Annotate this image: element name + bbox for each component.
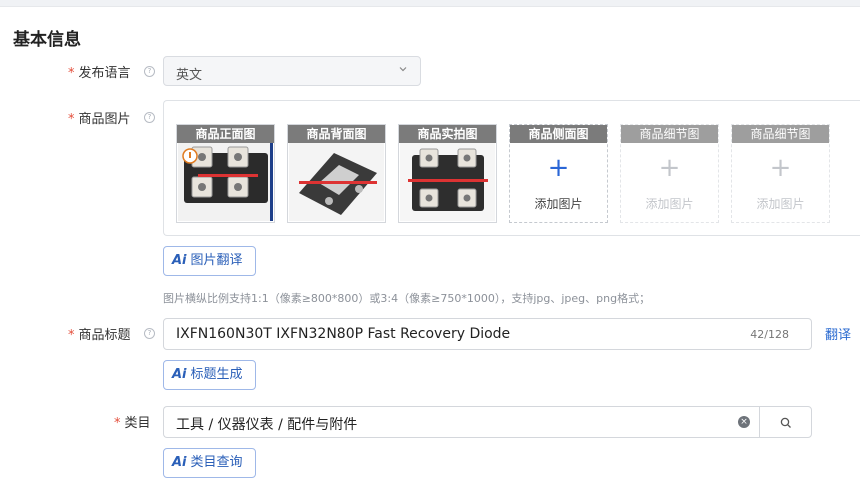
add-image-text: 添加图片 <box>534 197 583 211</box>
image-slot-back[interactable]: 商品背面图 <box>287 124 386 223</box>
ai-icon: Ai <box>172 455 187 470</box>
plus-icon: + <box>769 153 792 183</box>
required-star: * <box>68 66 75 81</box>
category-query-button[interactable]: Ai 类目查询 <box>163 448 256 478</box>
image-slot-real[interactable]: 商品实拍图 <box>398 124 497 223</box>
images-label: * 商品图片 <box>68 108 131 127</box>
top-bar <box>0 0 860 7</box>
category-query-label: 类目查询 <box>190 455 243 470</box>
section-title: 基本信息 <box>13 30 81 50</box>
help-icon[interactable]: ? <box>144 66 155 77</box>
add-image-text: 添加图片 <box>645 197 694 211</box>
product-photo <box>400 143 495 221</box>
help-icon[interactable]: ? <box>144 328 155 339</box>
char-count: 42/128 <box>750 328 789 341</box>
category-input[interactable]: 工具 / 仪器仪表 / 配件与附件 × <box>163 406 760 438</box>
image-hint: 图片横纵比例支持1:1（像素≥800*800）或3:4（像素≥750*1000）… <box>163 292 651 305</box>
title-label: * 商品标题 <box>68 324 131 343</box>
title-value: IXFN160N30T IXFN32N80P Fast Recovery Dio… <box>176 326 511 342</box>
image-slot-front[interactable]: 商品正面图 <box>176 124 275 223</box>
image-translate-label: 图片翻译 <box>190 253 243 268</box>
required-star: * <box>68 328 75 343</box>
ai-icon: Ai <box>172 367 187 382</box>
language-label: * 发布语言 <box>68 62 131 81</box>
image-translate-button[interactable]: Ai 图片翻译 <box>163 246 256 276</box>
category-label-text: 类目 <box>124 416 151 431</box>
slot-caption: 商品背面图 <box>288 125 385 143</box>
image-slot-detail-2[interactable]: 商品细节图 + 添加图片 <box>731 124 830 223</box>
required-star: * <box>68 112 75 127</box>
image-slot-side[interactable]: 商品侧面图 + 添加图片 <box>509 124 608 223</box>
plus-icon: + <box>547 153 570 183</box>
help-icon[interactable]: ? <box>144 112 155 123</box>
language-value: 英文 <box>176 68 203 83</box>
product-photo <box>178 143 273 221</box>
category-value: 工具 / 仪器仪表 / 配件与附件 <box>176 417 358 433</box>
product-photo <box>289 143 384 221</box>
slot-caption: 商品细节图 <box>732 125 829 143</box>
slot-caption: 商品实拍图 <box>399 125 496 143</box>
clear-icon[interactable]: × <box>738 416 750 428</box>
search-icon <box>780 417 791 428</box>
ai-icon: Ai <box>172 253 187 268</box>
slot-caption: 商品侧面图 <box>510 125 607 143</box>
required-star: * <box>114 416 121 431</box>
image-slot-detail[interactable]: 商品细节图 + 添加图片 <box>620 124 719 223</box>
chevron-down-icon <box>398 63 408 77</box>
translate-link[interactable]: 翻译 <box>825 324 851 343</box>
title-input[interactable]: IXFN160N30T IXFN32N80P Fast Recovery Dio… <box>163 318 812 350</box>
plus-icon: + <box>658 153 681 183</box>
category-search-button[interactable] <box>759 406 812 438</box>
title-generate-button[interactable]: Ai 标题生成 <box>163 360 256 390</box>
images-label-text: 商品图片 <box>78 112 131 127</box>
language-label-text: 发布语言 <box>78 66 131 81</box>
slot-caption: 商品细节图 <box>621 125 718 143</box>
slot-caption: 商品正面图 <box>177 125 274 143</box>
title-generate-label: 标题生成 <box>190 367 243 382</box>
category-label: * 类目 <box>114 412 151 431</box>
add-image-text: 添加图片 <box>756 197 805 211</box>
language-select[interactable]: 英文 <box>163 56 421 86</box>
title-label-text: 商品标题 <box>78 328 131 343</box>
